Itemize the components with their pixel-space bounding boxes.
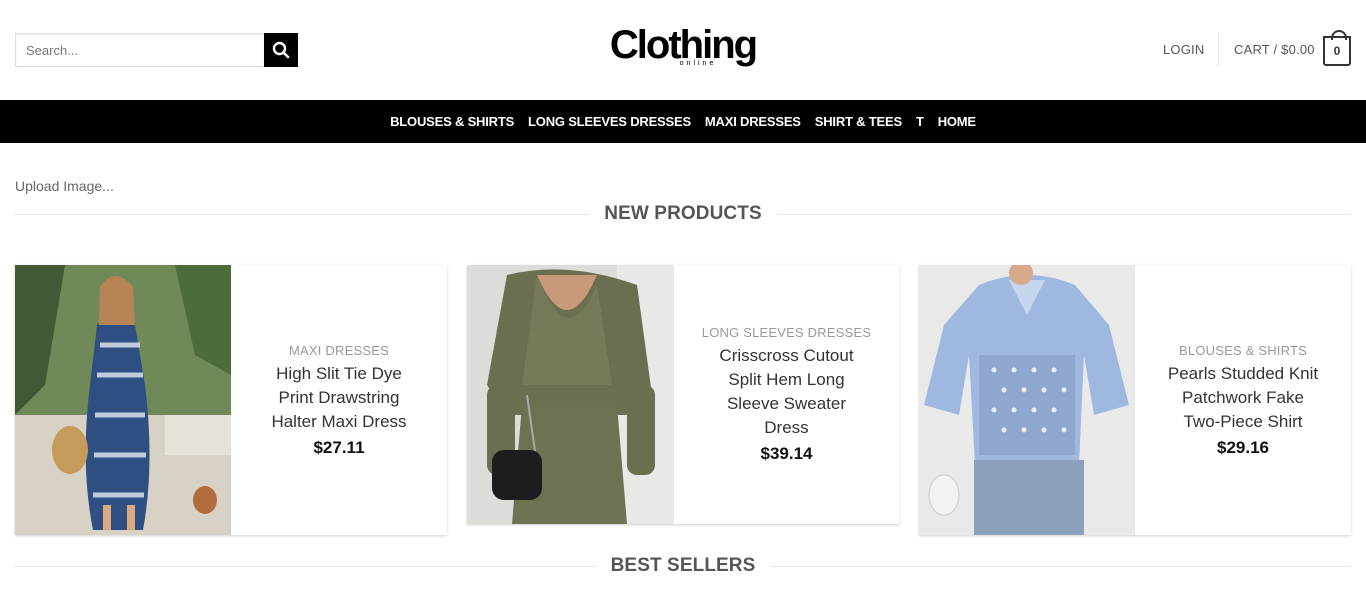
product-name-line: Halter Maxi Dress — [271, 411, 407, 431]
divider-line — [776, 213, 1352, 215]
product-card[interactable]: BLOUSES & SHIRTS Pearls Studded Knit Pat… — [919, 265, 1351, 535]
product-image[interactable] — [919, 265, 1135, 535]
product-info: MAXI DRESSES High Slit Tie Dye Print Dra… — [231, 265, 447, 535]
divider-line — [15, 565, 596, 567]
product-name[interactable]: Pearls Studded Knit Patchwork Fake Two-P… — [1168, 362, 1318, 434]
nav-item-blouses-shirts[interactable]: BLOUSES & SHIRTS — [390, 114, 514, 129]
product-category[interactable]: LONG SLEEVES DRESSES — [702, 325, 871, 340]
product-name-line: Print Drawstring — [278, 387, 400, 407]
product-price: $29.16 — [1217, 437, 1269, 457]
product-name-line: Dress — [764, 418, 809, 437]
site-logo[interactable]: Clothing online — [608, 24, 758, 74]
product-price: $27.11 — [313, 437, 365, 457]
product-info: BLOUSES & SHIRTS Pearls Studded Knit Pat… — [1135, 265, 1351, 535]
cart-link[interactable]: CART / $0.00 — [1234, 42, 1315, 57]
product-name[interactable]: Crisscross Cutout Split Hem Long Sleeve … — [719, 344, 853, 440]
search-form — [15, 33, 298, 67]
product-image[interactable] — [467, 265, 674, 524]
product-category[interactable]: MAXI DRESSES — [289, 343, 389, 358]
divider-line — [15, 213, 590, 215]
nav-item-maxi-dresses[interactable]: MAXI DRESSES — [705, 114, 801, 129]
product-name-line: Crisscross Cutout — [719, 346, 854, 365]
section-title: BEST SELLERS — [610, 555, 756, 576]
product-image[interactable] — [15, 265, 231, 535]
header-divider — [1218, 32, 1219, 66]
product-name-line: High Slit Tie Dye — [276, 363, 402, 383]
nav-item-t[interactable]: T — [916, 114, 924, 129]
cart-count: 0 — [1333, 44, 1341, 58]
main-nav: BLOUSES & SHIRTS LONG SLEEVES DRESSES MA… — [0, 100, 1366, 143]
section-title: NEW PRODUCTS — [604, 203, 762, 224]
site-header: Clothing online LOGIN CART / $0.00 0 — [0, 0, 1366, 100]
nav-item-shirt-tees[interactable]: SHIRT & TEES — [815, 114, 902, 129]
product-info: LONG SLEEVES DRESSES Crisscross Cutout S… — [674, 265, 899, 524]
product-card[interactable]: MAXI DRESSES High Slit Tie Dye Print Dra… — [15, 265, 447, 535]
product-name-line: Pearls Studded Knit — [1167, 363, 1319, 383]
search-button[interactable] — [264, 33, 298, 67]
product-card[interactable]: LONG SLEEVES DRESSES Crisscross Cutout S… — [467, 265, 899, 524]
search-icon — [272, 41, 290, 59]
product-price: $39.14 — [760, 444, 813, 463]
product-name[interactable]: High Slit Tie Dye Print Drawstring Halte… — [271, 362, 406, 434]
login-link[interactable]: LOGIN — [1163, 42, 1204, 57]
search-input[interactable] — [15, 33, 264, 67]
product-name-line: Split Hem Long — [728, 370, 845, 389]
product-name-line: Two-Piece Shirt — [1183, 411, 1303, 431]
divider-line — [770, 565, 1351, 567]
new-products-heading: NEW PRODUCTS — [15, 203, 1352, 225]
nav-item-long-sleeves-dresses[interactable]: LONG SLEEVES DRESSES — [528, 114, 691, 129]
product-name-line: Sleeve Sweater — [726, 394, 847, 413]
cart-bag-icon[interactable]: 0 — [1323, 30, 1351, 66]
product-category[interactable]: BLOUSES & SHIRTS — [1179, 343, 1307, 358]
upload-image-link[interactable]: Upload Image... — [15, 178, 114, 194]
best-sellers-heading: BEST SELLERS — [15, 555, 1351, 577]
product-name-line: Patchwork Fake — [1182, 387, 1304, 407]
nav-item-home[interactable]: HOME — [938, 114, 976, 129]
